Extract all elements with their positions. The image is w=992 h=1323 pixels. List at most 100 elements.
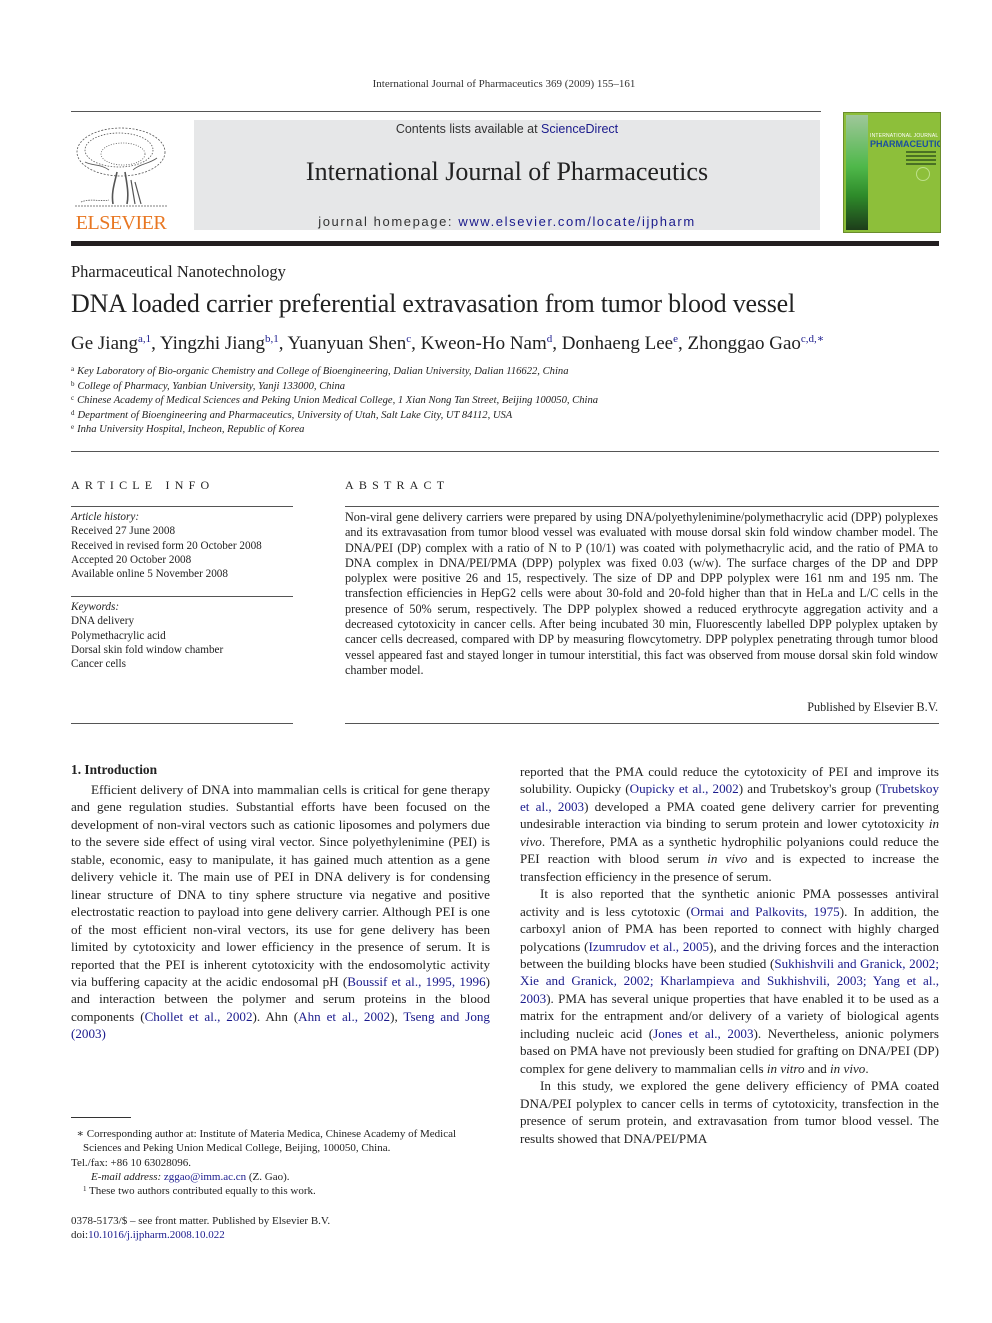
italic-text: in vivo bbox=[707, 851, 748, 867]
article-info-heading: ARTICLE INFO bbox=[71, 478, 215, 492]
email-label: E-mail address: bbox=[91, 1170, 164, 1183]
footnotes: ∗ Corresponding author at: Institute of … bbox=[71, 1127, 491, 1198]
body-text: In this study, we explored the gene deli… bbox=[520, 1078, 939, 1146]
author-name[interactable]: Ge Jiang bbox=[71, 333, 138, 354]
abstract-bottom-rule bbox=[345, 723, 939, 724]
keyword-item: DNA delivery bbox=[71, 615, 135, 628]
body-text: and bbox=[804, 1060, 831, 1076]
masthead-thick-rule bbox=[71, 241, 939, 246]
author-separator: , bbox=[411, 333, 421, 354]
affiliation-mark: b bbox=[71, 379, 75, 388]
author-name[interactable]: Yingzhi Jiang bbox=[160, 333, 265, 354]
history-item: Available online 5 November 2008 bbox=[71, 568, 228, 581]
history-item: Received in revised form 20 October 2008 bbox=[71, 539, 262, 552]
keywords-rule bbox=[71, 596, 293, 597]
citation-link[interactable]: Boussif et al., 1995, 1996 bbox=[347, 974, 485, 989]
author-name[interactable]: Donhaeng Lee bbox=[562, 333, 673, 354]
affiliation-mark: a bbox=[71, 365, 75, 373]
issn-doi-block: 0378-5173/$ – see front matter. Publishe… bbox=[71, 1214, 330, 1243]
author-name[interactable]: Yuanyuan Shen bbox=[288, 333, 407, 354]
journal-homepage-link[interactable]: www.elsevier.com/locate/ijpharm bbox=[458, 214, 695, 229]
body-text: . bbox=[865, 1060, 869, 1076]
citation-link[interactable]: Ahn et al., 2002 bbox=[298, 1009, 390, 1024]
header-rule bbox=[71, 111, 821, 112]
cover-text-lines bbox=[906, 151, 936, 165]
running-head: International Journal of Pharmaceutics 3… bbox=[372, 78, 636, 90]
citation-link[interactable]: Chollet et al., 2002 bbox=[145, 1009, 253, 1024]
affiliation-text: Chinese Academy of Medical Sciences and … bbox=[77, 395, 599, 406]
citation-link[interactable]: Izumrudov et al., 2005 bbox=[589, 939, 710, 954]
intro-paragraph-continued: reported that the PMA could reduce the c… bbox=[520, 763, 939, 885]
intro-paragraph: In this study, we explored the gene deli… bbox=[520, 1077, 939, 1147]
affiliation-item: b College of Pharmacy, Yanbian University… bbox=[71, 380, 598, 395]
abstract-top-rule bbox=[345, 506, 939, 507]
body-text: ). Ahn ( bbox=[252, 1008, 299, 1024]
intro-paragraph: It is also reported that the synthetic a… bbox=[520, 885, 939, 1077]
author-separator: , bbox=[552, 333, 562, 354]
doi-label: doi: bbox=[71, 1229, 89, 1242]
journal-cover-image[interactable]: INTERNATIONAL JOURNAL OF PHARMACEUTICS bbox=[843, 112, 941, 233]
elsevier-wordmark: ELSEVIER bbox=[75, 212, 167, 234]
keywords-block: Keywords: DNA delivery Polymethacrylic a… bbox=[71, 600, 223, 671]
affiliation-text: Inha University Hospital, Incheon, Repub… bbox=[77, 424, 305, 435]
affiliation-text: Key Laboratory of Bio-organic Chemistry … bbox=[77, 366, 569, 377]
contents-prefix: Contents lists available at bbox=[395, 122, 542, 136]
homepage-prefix: journal homepage: bbox=[318, 214, 459, 229]
cover-glassware-graphic bbox=[846, 115, 868, 230]
contents-available-line: Contents lists available at ScienceDirec… bbox=[194, 122, 820, 136]
citation-link[interactable]: Ormai and Palkovits, 1975 bbox=[691, 904, 840, 919]
author-list: Ge Jianga,1, Yingzhi Jiangb,1, Yuanyuan … bbox=[71, 333, 824, 355]
keyword-item: Dorsal skin fold window chamber bbox=[71, 643, 224, 656]
author-affiliation-mark[interactable]: a,1 bbox=[138, 333, 151, 345]
email-footnote: E-mail address: zggao@imm.ac.cn (Z. Gao)… bbox=[71, 1170, 491, 1184]
affiliation-mark: e bbox=[71, 423, 75, 431]
affiliation-item: a Key Laboratory of Bio-organic Chemistry… bbox=[71, 365, 598, 380]
article-info-bottom-rule bbox=[71, 723, 293, 724]
keyword-item: Cancer cells bbox=[71, 658, 126, 671]
issn-line: 0378-5173/$ – see front matter. Publishe… bbox=[71, 1215, 331, 1227]
author-name[interactable]: Zhonggao Gao bbox=[687, 333, 800, 354]
journal-masthead: Contents lists available at ScienceDirec… bbox=[194, 120, 820, 230]
author-affiliation-mark[interactable]: b,1 bbox=[265, 333, 279, 345]
keywords-label: Keywords: bbox=[71, 601, 120, 613]
article-title: DNA loaded carrier preferential extravas… bbox=[71, 289, 796, 318]
publisher-note: Published by Elsevier B.V. bbox=[807, 700, 938, 714]
elsevier-logo[interactable]: ELSEVIER bbox=[71, 117, 171, 234]
history-item: Accepted 20 October 2008 bbox=[71, 553, 192, 566]
abstract-text: Non-viral gene delivery carriers were pr… bbox=[345, 510, 938, 677]
section-label: Pharmaceutical Nanotechnology bbox=[71, 262, 286, 281]
history-item: Received 27 June 2008 bbox=[71, 525, 176, 538]
equal-contribution-footnote: 1 These two authors contributed equally … bbox=[71, 1184, 491, 1198]
doi-link[interactable]: 10.1016/j.ijpharm.2008.10.022 bbox=[88, 1229, 225, 1241]
article-history: Article history: Received 27 June 2008 R… bbox=[71, 510, 262, 581]
introduction-heading: 1. Introduction bbox=[71, 762, 158, 777]
affiliation-list: a Key Laboratory of Bio-organic Chemistry… bbox=[71, 365, 598, 438]
author-affiliation-mark[interactable]: c,d,∗ bbox=[801, 333, 824, 345]
equal-contribution-text: These two authors contributed equally to… bbox=[86, 1185, 316, 1198]
author-separator: , bbox=[151, 333, 160, 354]
body-text: ), bbox=[390, 1008, 404, 1024]
corresponding-author-text: ∗ Corresponding author at: Institute of … bbox=[76, 1128, 457, 1155]
sciencedirect-link[interactable]: ScienceDirect bbox=[541, 122, 618, 136]
intro-paragraph: Efficient delivery of DNA into mammalian… bbox=[71, 781, 490, 1043]
affiliation-text: Department of Bioengineering and Pharmac… bbox=[77, 409, 513, 421]
affiliation-item: c Chinese Academy of Medical Sciences and… bbox=[71, 394, 598, 409]
keyword-item: Polymethacrylic acid bbox=[71, 629, 166, 642]
email-link[interactable]: zggao@imm.ac.cn bbox=[164, 1171, 246, 1183]
affiliation-mark: c bbox=[71, 394, 75, 402]
doi-line: doi:10.1016/j.ijpharm.2008.10.022 bbox=[71, 1228, 330, 1242]
article-info-rule bbox=[71, 506, 293, 507]
italic-text: in vitro bbox=[766, 1060, 805, 1076]
email-suffix: (Z. Gao). bbox=[246, 1170, 290, 1183]
journal-homepage-line: journal homepage: www.elsevier.com/locat… bbox=[194, 214, 820, 229]
elsevier-tree-icon bbox=[75, 127, 167, 207]
affiliation-item: d Department of Bioengineering and Pharma… bbox=[71, 409, 598, 424]
citation-link[interactable]: Oupicky et al., 2002 bbox=[630, 781, 739, 796]
body-text: ) and Trubetskoy's group ( bbox=[738, 781, 880, 797]
affiliation-text: College of Pharmacy, Yanbian University,… bbox=[77, 380, 346, 392]
citation-link[interactable]: Jones et al., 2003 bbox=[653, 1026, 753, 1041]
footnote-rule bbox=[71, 1117, 131, 1118]
abstract-heading: ABSTRACT bbox=[345, 478, 450, 492]
cover-title: PHARMACEUTICS bbox=[870, 139, 940, 149]
author-name[interactable]: Kweon-Ho Nam bbox=[421, 333, 547, 354]
